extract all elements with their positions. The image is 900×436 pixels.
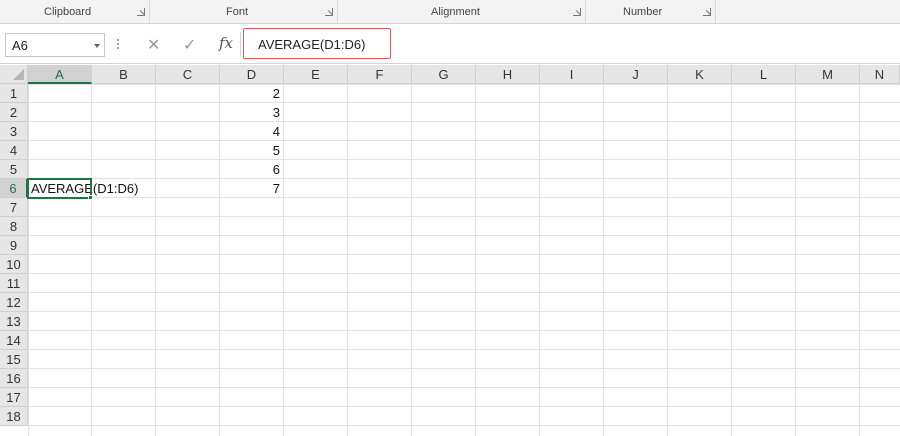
gridline <box>28 311 900 312</box>
gridline <box>731 84 732 436</box>
row-header-3[interactable]: 3 <box>0 122 28 141</box>
gridline <box>475 84 476 436</box>
row-header-6[interactable]: 6 <box>0 179 28 198</box>
formula-input[interactable]: AVERAGE(D1:D6) <box>243 28 391 59</box>
gridline <box>795 84 796 436</box>
row-header-7[interactable]: 7 <box>0 198 28 217</box>
gridline <box>28 406 900 407</box>
cell-area[interactable]: 2 3 4 5 6 7 AVERAGE(D1:D6) <box>27 84 900 436</box>
row-header-15[interactable]: 15 <box>0 350 28 369</box>
formula-input-value: AVERAGE(D1:D6) <box>258 37 366 52</box>
cell-d5[interactable]: 6 <box>220 162 280 177</box>
gridline <box>28 349 900 350</box>
row-header-4[interactable]: 4 <box>0 141 28 160</box>
column-header-e[interactable]: E <box>284 65 348 84</box>
gridline <box>539 84 540 436</box>
name-box[interactable]: A6 <box>5 33 105 57</box>
column-header-i[interactable]: I <box>540 65 604 84</box>
column-header-l[interactable]: L <box>732 65 796 84</box>
gridline <box>28 197 900 198</box>
ribbon-group-bar: Clipboard Font Alignment Number <box>0 0 900 24</box>
row-header-12[interactable]: 12 <box>0 293 28 312</box>
formula-bar: A6 ✕ ✓ fx AVERAGE(D1:D6) <box>0 24 900 64</box>
gridline <box>28 159 900 160</box>
number-dialog-launcher-icon[interactable] <box>703 8 711 16</box>
gridline <box>28 387 900 388</box>
cell-d3[interactable]: 4 <box>220 124 280 139</box>
gridline <box>28 254 900 255</box>
column-header-k[interactable]: K <box>668 65 732 84</box>
cancel-icon[interactable]: ✕ <box>147 35 160 55</box>
chevron-down-icon[interactable] <box>94 44 100 48</box>
column-header-b[interactable]: B <box>92 65 156 84</box>
insert-function-icon[interactable]: fx <box>219 34 233 52</box>
gridline <box>283 84 284 436</box>
clipboard-group-label: Clipboard <box>44 6 92 18</box>
column-header-m[interactable]: M <box>796 65 860 84</box>
row-header-2[interactable]: 2 <box>0 103 28 122</box>
row-header-18[interactable]: 18 <box>0 407 28 426</box>
row-header-1[interactable]: 1 <box>0 84 28 103</box>
ribbon-group-font: Font <box>150 0 338 24</box>
row-header-17[interactable]: 17 <box>0 388 28 407</box>
column-header-a[interactable]: A <box>28 65 92 84</box>
gridline <box>28 292 900 293</box>
cell-d1[interactable]: 2 <box>220 86 280 101</box>
column-header-g[interactable]: G <box>412 65 476 84</box>
row-header-16[interactable]: 16 <box>0 369 28 388</box>
column-header-f[interactable]: F <box>348 65 412 84</box>
alignment-dialog-launcher-icon[interactable] <box>573 8 581 16</box>
row-header-14[interactable]: 14 <box>0 331 28 350</box>
column-header-h[interactable]: H <box>476 65 540 84</box>
formula-bar-divider <box>240 32 241 56</box>
gridline <box>28 368 900 369</box>
font-dialog-launcher-icon[interactable] <box>325 8 333 16</box>
number-group-label: Number <box>623 6 663 18</box>
gridline <box>28 121 900 122</box>
fill-handle[interactable] <box>88 195 93 200</box>
ribbon-group-clipboard: Clipboard <box>0 0 150 24</box>
ribbon-group-alignment: Alignment <box>338 0 586 24</box>
gridline <box>28 235 900 236</box>
gridline <box>28 140 900 141</box>
gridline <box>859 84 860 436</box>
gridline <box>411 84 412 436</box>
select-all-corner[interactable] <box>0 65 28 84</box>
column-header-n[interactable]: N <box>860 65 900 84</box>
gridline <box>28 425 900 426</box>
active-cell-selection <box>27 178 92 199</box>
column-header-c[interactable]: C <box>156 65 220 84</box>
cell-d4[interactable]: 5 <box>220 143 280 158</box>
gridline <box>603 84 604 436</box>
gridline <box>347 84 348 436</box>
gridline <box>28 330 900 331</box>
gridline <box>28 216 900 217</box>
gridline <box>28 178 900 179</box>
gridline <box>91 84 92 436</box>
name-box-value: A6 <box>12 38 28 53</box>
ribbon-group-number: Number <box>586 0 716 24</box>
gridline <box>667 84 668 436</box>
row-header-10[interactable]: 10 <box>0 255 28 274</box>
font-group-label: Font <box>226 6 249 18</box>
cell-d6[interactable]: 7 <box>220 181 280 196</box>
column-header-d[interactable]: D <box>220 65 284 84</box>
clipboard-dialog-launcher-icon[interactable] <box>137 8 145 16</box>
row-header-9[interactable]: 9 <box>0 236 28 255</box>
gridline <box>28 102 900 103</box>
gridline <box>28 273 900 274</box>
row-header-13[interactable]: 13 <box>0 312 28 331</box>
cell-d2[interactable]: 3 <box>220 105 280 120</box>
alignment-group-label: Alignment <box>431 6 480 18</box>
enter-check-icon[interactable]: ✓ <box>183 35 196 55</box>
row-header-11[interactable]: 11 <box>0 274 28 293</box>
worksheet-grid: A B C D E F G H I J K L M N 1 2 3 4 5 6 … <box>0 65 900 436</box>
row-header-5[interactable]: 5 <box>0 160 28 179</box>
resize-handle-icon[interactable] <box>117 38 119 50</box>
gridline <box>155 84 156 436</box>
row-header-8[interactable]: 8 <box>0 217 28 236</box>
column-header-j[interactable]: J <box>604 65 668 84</box>
